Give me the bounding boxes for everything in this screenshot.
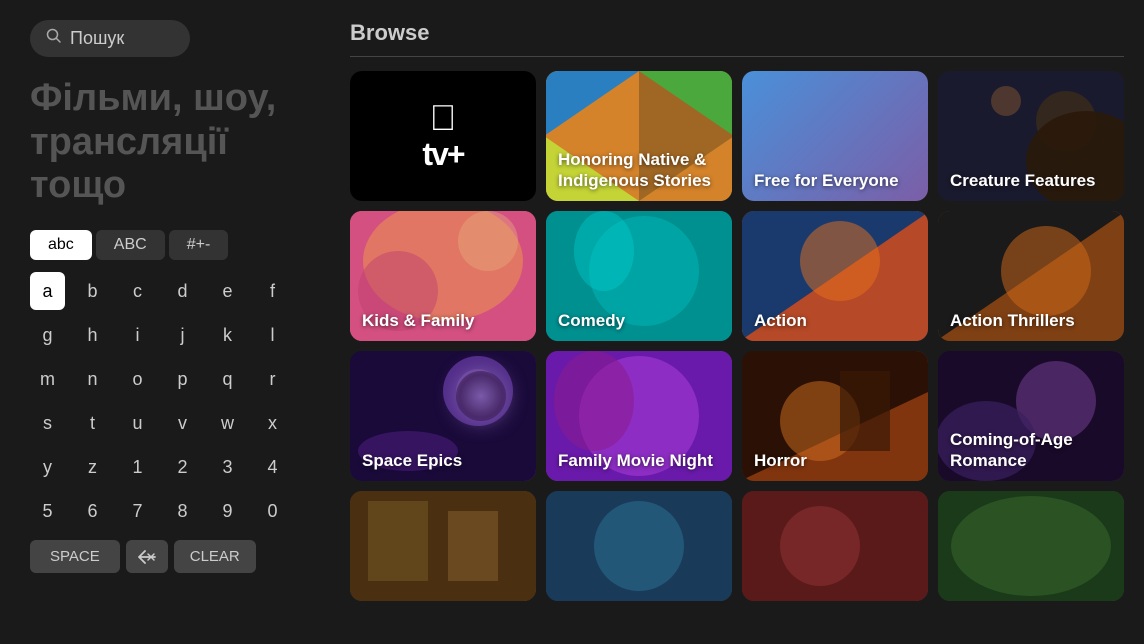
space-button[interactable]: SPACE (30, 540, 120, 573)
appletv-logo:  tv+ (422, 100, 463, 173)
kb-row-5: y z 1 2 3 4 (30, 448, 290, 486)
kb-bottom-row: SPACE CLEAR (30, 540, 290, 573)
grid-cell-space-label: Space Epics (362, 451, 528, 471)
key-m[interactable]: m (30, 360, 65, 398)
key-e[interactable]: e (210, 272, 245, 310)
key-r[interactable]: r (255, 360, 290, 398)
browse-grid:  tv+ Honoring Native & Indigenous Stori… (350, 71, 1124, 601)
search-label: Пошук (70, 28, 124, 49)
key-j[interactable]: j (165, 316, 200, 354)
grid-cell-partial-2[interactable] (546, 491, 732, 601)
browse-title: Browse (350, 20, 1124, 57)
grid-cell-actionthriller[interactable]: Action Thrillers (938, 211, 1124, 341)
key-w[interactable]: w (210, 404, 245, 442)
grid-cell-free[interactable]: Free for Everyone (742, 71, 928, 201)
key-v[interactable]: v (165, 404, 200, 442)
key-d[interactable]: d (165, 272, 200, 310)
grid-cell-partial-3[interactable] (742, 491, 928, 601)
key-p[interactable]: p (165, 360, 200, 398)
key-4[interactable]: 4 (255, 448, 290, 486)
grid-cell-kids-label: Kids & Family (362, 311, 528, 331)
key-c[interactable]: c (120, 272, 155, 310)
backspace-button[interactable] (126, 540, 168, 573)
grid-cell-honoring-label: Honoring Native & Indigenous Stories (558, 150, 724, 191)
key-i[interactable]: i (120, 316, 155, 354)
tab-symbols[interactable]: #+- (169, 230, 229, 260)
key-9[interactable]: 9 (210, 492, 245, 530)
key-0[interactable]: 0 (255, 492, 290, 530)
key-z[interactable]: z (75, 448, 110, 486)
clear-button[interactable]: CLEAR (174, 540, 256, 573)
key-l[interactable]: l (255, 316, 290, 354)
grid-cell-appletv[interactable]:  tv+ (350, 71, 536, 201)
grid-cell-creature[interactable]: Creature Features (938, 71, 1124, 201)
key-6[interactable]: 6 (75, 492, 110, 530)
grid-cell-action-label: Action (754, 311, 920, 331)
key-x[interactable]: x (255, 404, 290, 442)
grid-cell-family-label: Family Movie Night (558, 451, 724, 471)
search-icon (46, 28, 62, 49)
tab-uppercase[interactable]: ABC (96, 230, 165, 260)
grid-cell-horror[interactable]: Horror (742, 351, 928, 481)
grid-cell-family[interactable]: Family Movie Night (546, 351, 732, 481)
key-h[interactable]: h (75, 316, 110, 354)
key-u[interactable]: u (120, 404, 155, 442)
appletv-text: tv+ (422, 136, 463, 173)
key-g[interactable]: g (30, 316, 65, 354)
kb-row-2: g h i j k l (30, 316, 290, 354)
key-2[interactable]: 2 (165, 448, 200, 486)
key-y[interactable]: y (30, 448, 65, 486)
grid-cell-honoring[interactable]: Honoring Native & Indigenous Stories (546, 71, 732, 201)
key-a[interactable]: a (30, 272, 65, 310)
grid-cell-free-label: Free for Everyone (754, 171, 920, 191)
key-t[interactable]: t (75, 404, 110, 442)
key-7[interactable]: 7 (120, 492, 155, 530)
grid-cell-actionthriller-label: Action Thrillers (950, 311, 1116, 331)
kb-row-6: 5 6 7 8 9 0 (30, 492, 290, 530)
left-panel: Пошук Фільми, шоу, трансляції тощо abc A… (0, 0, 320, 644)
right-panel: Browse  tv+ Honoring Native & Indigenou… (340, 0, 1144, 644)
key-3[interactable]: 3 (210, 448, 245, 486)
key-q[interactable]: q (210, 360, 245, 398)
key-o[interactable]: o (120, 360, 155, 398)
grid-cell-horror-label: Horror (754, 451, 920, 471)
grid-cell-comedy[interactable]: Comedy (546, 211, 732, 341)
grid-cell-kids[interactable]: Kids & Family (350, 211, 536, 341)
tab-lowercase[interactable]: abc (30, 230, 92, 260)
grid-cell-creature-label: Creature Features (950, 171, 1116, 191)
key-b[interactable]: b (75, 272, 110, 310)
grid-cell-coming-label: Coming-of-Age Romance (950, 430, 1116, 471)
grid-cell-partial-4[interactable] (938, 491, 1124, 601)
key-8[interactable]: 8 (165, 492, 200, 530)
grid-cell-coming[interactable]: Coming-of-Age Romance (938, 351, 1124, 481)
key-k[interactable]: k (210, 316, 245, 354)
search-bar[interactable]: Пошук (30, 20, 190, 57)
keyboard: a b c d e f g h i j k l m n o p q r s t … (30, 272, 290, 530)
kb-row-3: m n o p q r (30, 360, 290, 398)
main-title: Фільми, шоу, трансляції тощо (30, 77, 290, 208)
key-s[interactable]: s (30, 404, 65, 442)
key-n[interactable]: n (75, 360, 110, 398)
kb-row-1: a b c d e f (30, 272, 290, 310)
grid-cell-partial-1[interactable] (350, 491, 536, 601)
key-5[interactable]: 5 (30, 492, 65, 530)
keyboard-tabs: abc ABC #+- (30, 230, 290, 260)
grid-cell-comedy-label: Comedy (558, 311, 724, 331)
key-f[interactable]: f (255, 272, 290, 310)
grid-cell-space[interactable]: Space Epics (350, 351, 536, 481)
key-1[interactable]: 1 (120, 448, 155, 486)
kb-row-4: s t u v w x (30, 404, 290, 442)
grid-cell-action[interactable]: Action (742, 211, 928, 341)
